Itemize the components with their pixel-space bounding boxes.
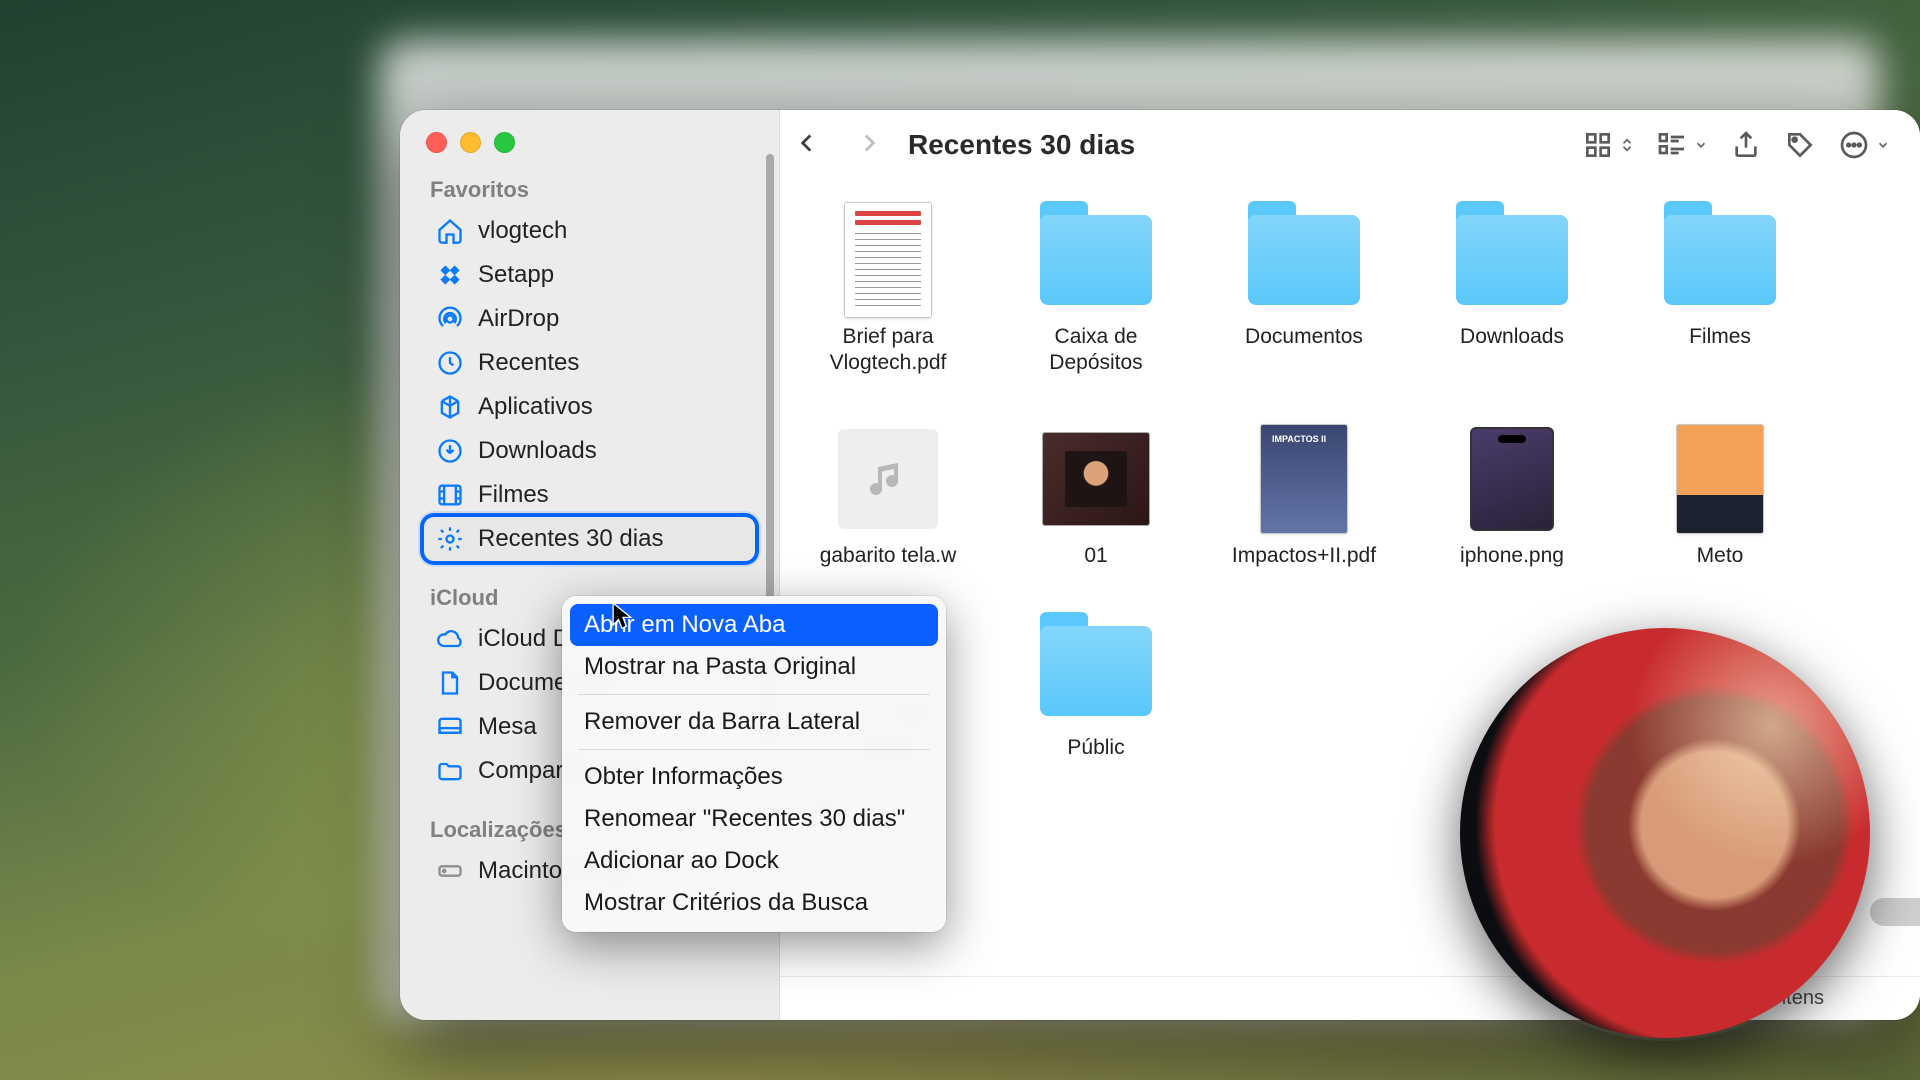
file-item[interactable]: Meto [1646, 425, 1794, 569]
sidebar-item-downloads[interactable]: Downloads [424, 429, 755, 473]
file-label: 01 [1084, 543, 1107, 569]
clock-icon [436, 349, 464, 377]
window-title: Recentes 30 dias [908, 129, 1135, 161]
file-item[interactable]: gabarito tela.w [814, 425, 962, 569]
sidebar-item-airdrop[interactable]: AirDrop [424, 297, 755, 341]
file-item[interactable]: Brief para Vlogtech.pdf [814, 206, 962, 377]
view-switcher[interactable] [1576, 123, 1640, 167]
ctx-remove-sidebar[interactable]: Remover da Barra Lateral [570, 701, 938, 743]
sidebar-item-label: Filmes [478, 481, 549, 509]
gear-icon [436, 525, 464, 553]
desktop-icon [436, 713, 464, 741]
tags-button[interactable] [1778, 123, 1822, 167]
forward-button[interactable] [856, 130, 882, 161]
minimize-window-button[interactable] [460, 132, 481, 153]
download-icon [436, 437, 464, 465]
window-controls [400, 110, 779, 153]
presenter-webcam [1460, 628, 1870, 1038]
sidebar-item-label: vlogtech [478, 217, 567, 245]
sidebar-item-label: Mesa [478, 713, 537, 741]
sidebar-item-recents[interactable]: Recentes [424, 341, 755, 385]
favorites-header: Favoritos [424, 167, 755, 209]
ctx-show-criteria[interactable]: Mostrar Critérios da Busca [570, 882, 938, 924]
sidebar-item-vlogtech[interactable]: vlogtech [424, 209, 755, 253]
cloud-icon [436, 625, 464, 653]
cursor-icon [612, 602, 634, 632]
context-menu: Abrir em Nova Aba Mostrar na Pasta Origi… [562, 596, 946, 932]
diamond-icon [436, 261, 464, 289]
sidebar-item-smart-folder[interactable]: Recentes 30 dias [424, 517, 755, 561]
folder-item[interactable]: Documentos [1230, 206, 1378, 377]
nav-buttons [794, 130, 882, 161]
ctx-rename[interactable]: Renomear "Recentes 30 dias" [570, 798, 938, 840]
folder-item[interactable]: Públic [1022, 617, 1170, 761]
menu-separator [578, 694, 930, 695]
file-label: Downloads [1460, 324, 1564, 350]
file-item[interactable]: iphone.png [1438, 425, 1586, 569]
document-icon [436, 669, 464, 697]
more-button[interactable] [1832, 123, 1896, 167]
applications-icon [436, 393, 464, 421]
file-label: Filmes [1689, 324, 1751, 350]
group-by-button[interactable] [1650, 123, 1714, 167]
house-icon [436, 217, 464, 245]
file-label: Brief para Vlogtech.pdf [814, 324, 962, 377]
icon-size-slider[interactable] [1870, 898, 1920, 926]
sidebar-item-label: Recentes [478, 349, 579, 377]
back-button[interactable] [794, 130, 820, 161]
ctx-get-info[interactable]: Obter Informações [570, 756, 938, 798]
sidebar-item-setapp[interactable]: Setapp [424, 253, 755, 297]
airdrop-icon [436, 305, 464, 333]
file-label: Impactos+II.pdf [1232, 543, 1376, 569]
file-label: gabarito tela.w [820, 543, 957, 569]
sidebar-item-movies[interactable]: Filmes [424, 473, 755, 517]
folder-item[interactable]: Caixa de Depósitos [1022, 206, 1170, 377]
disk-icon [436, 857, 464, 885]
close-window-button[interactable] [426, 132, 447, 153]
sidebar-item-label: Aplicativos [478, 393, 593, 421]
sidebar-favorites: Favoritos vlogtech Setapp AirDrop [400, 153, 779, 561]
file-label: Meto [1697, 543, 1744, 569]
file-item[interactable]: 01 [1022, 425, 1170, 569]
menu-separator [578, 749, 930, 750]
film-icon [436, 481, 464, 509]
file-label: Documentos [1245, 324, 1363, 350]
file-item[interactable]: IMPACTOS II Impactos+II.pdf [1230, 425, 1378, 569]
folder-item[interactable]: Downloads [1438, 206, 1586, 377]
shared-folder-icon [436, 757, 464, 785]
sidebar-item-label: Recentes 30 dias [478, 525, 663, 553]
file-label: iphone.png [1460, 543, 1564, 569]
sidebar-item-label: Downloads [478, 437, 597, 465]
finder-toolbar: Recentes 30 dias [780, 110, 1920, 180]
zoom-window-button[interactable] [494, 132, 515, 153]
ctx-add-dock[interactable]: Adicionar ao Dock [570, 840, 938, 882]
sidebar-item-label: Setapp [478, 261, 554, 289]
sidebar-item-applications[interactable]: Aplicativos [424, 385, 755, 429]
share-button[interactable] [1724, 123, 1768, 167]
audio-icon [838, 429, 938, 529]
ctx-show-original[interactable]: Mostrar na Pasta Original [570, 646, 938, 688]
file-label: Caixa de Depósitos [1022, 324, 1170, 377]
file-label: Públic [1067, 735, 1124, 761]
folder-item[interactable]: Filmes [1646, 206, 1794, 377]
sidebar-item-label: AirDrop [478, 305, 559, 333]
